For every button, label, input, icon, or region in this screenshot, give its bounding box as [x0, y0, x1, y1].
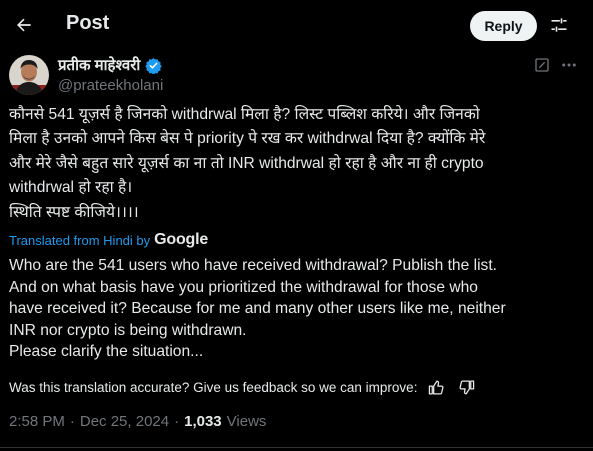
views-count[interactable]: 1,033 [184, 413, 222, 430]
translation-attribution: Translated from Hindi by Google [9, 231, 208, 249]
settings-button[interactable] [542, 8, 576, 42]
reply-button[interactable]: Reply [470, 11, 537, 41]
meta-separator-2: · [174, 413, 180, 430]
views-label: Views [226, 413, 267, 430]
google-logo: Google [154, 231, 209, 248]
translation-feedback: Was this translation accurate? Give us f… [9, 376, 584, 398]
thumbs-down-button[interactable] [455, 376, 477, 398]
more-icon [562, 63, 576, 67]
divider [0, 447, 593, 448]
translated-from-label[interactable]: Translated from Hindi by [9, 233, 150, 248]
back-arrow-icon [17, 18, 31, 32]
edit-note-button[interactable] [532, 55, 552, 75]
post-time[interactable]: 2:58 PM [9, 413, 65, 430]
settings-sliders-icon [551, 18, 567, 32]
thumbs-up-icon [428, 379, 444, 395]
more-button[interactable] [557, 55, 581, 75]
thumbs-down-icon [459, 379, 475, 395]
back-button[interactable] [6, 7, 42, 43]
verified-badge-icon [145, 57, 162, 74]
feedback-prompt: Was this translation accurate? Give us f… [9, 379, 418, 395]
author-handle[interactable]: @prateekholani [58, 77, 163, 94]
post-date[interactable]: Dec 25, 2024 [80, 413, 169, 430]
author-name-row: प्रतीक माहेश्वरी [58, 55, 162, 75]
avatar[interactable] [9, 55, 49, 95]
translated-text: Who are the 541 users who have received … [9, 257, 506, 361]
author-display-name[interactable]: प्रतीक माहेश्वरी [58, 55, 140, 75]
edit-note-icon [535, 58, 549, 72]
thumbs-up-button[interactable] [425, 376, 447, 398]
page-title: Post [66, 12, 110, 34]
post-meta: 2:58 PM · Dec 25, 2024 · 1,033 Views [9, 413, 266, 430]
post-header: Post Reply [0, 0, 593, 52]
meta-separator: · [69, 413, 75, 430]
post-text: कौनसे 541 यूज़र्स है जिनको withdrwal मिल… [9, 106, 486, 221]
